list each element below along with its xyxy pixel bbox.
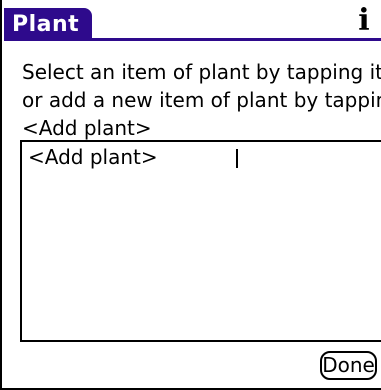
column-divider <box>236 149 238 168</box>
list-item-label: <Add plant> <box>28 145 158 169</box>
page-title: Plant <box>4 8 92 41</box>
title-underline <box>4 38 381 41</box>
instructions-line-2: or add a new item of plant by tapping <box>22 88 381 112</box>
done-button[interactable]: Done <box>320 351 377 380</box>
info-icon[interactable]: i <box>355 6 373 38</box>
list-item[interactable]: <Add plant> <box>28 144 381 170</box>
plant-list[interactable]: <Add plant> <box>20 140 381 342</box>
plant-screen: Plant i Select an item of plant by tappi… <box>0 0 381 390</box>
instructions-line-3: <Add plant> <box>22 116 152 140</box>
instructions-line-1: Select an item of plant by tapping it <box>22 60 381 84</box>
page-title-text: Plant <box>12 12 80 37</box>
instructions-text: Select an item of plant by tapping it or … <box>22 58 381 142</box>
